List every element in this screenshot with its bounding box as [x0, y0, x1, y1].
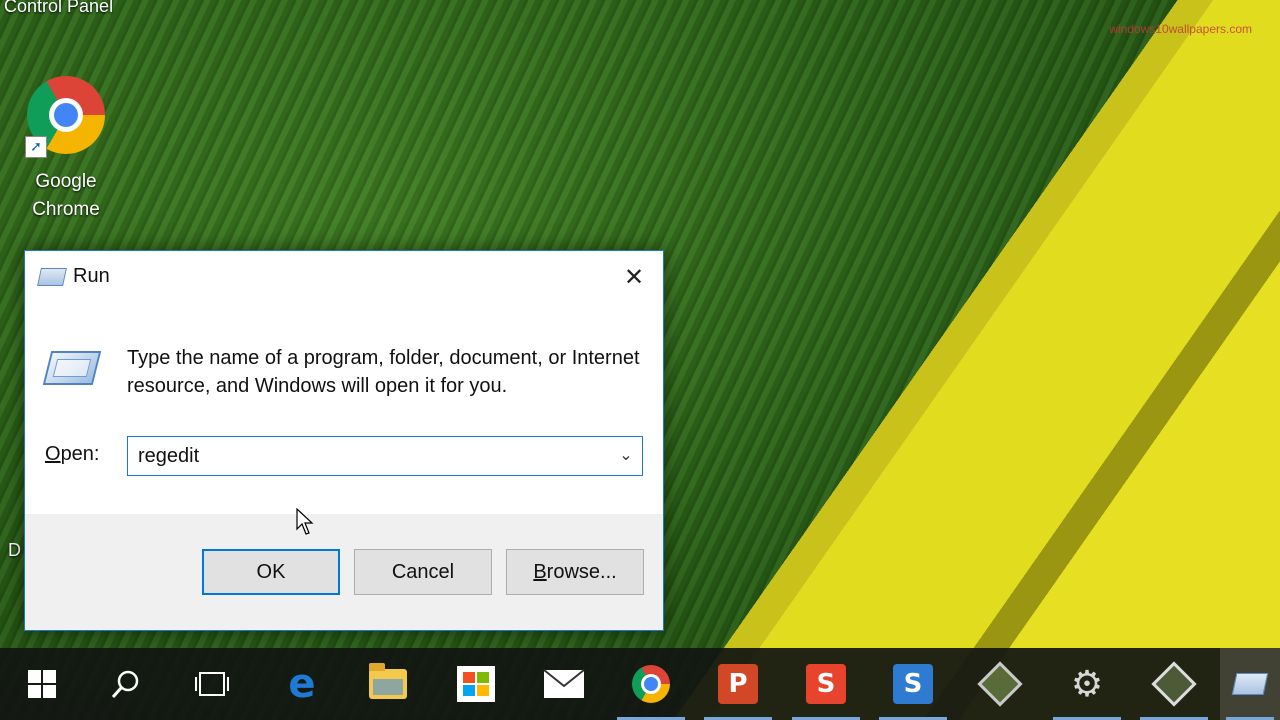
settings-button[interactable]: ⚙ [1047, 648, 1127, 720]
edge-button[interactable]: e [262, 648, 342, 720]
open-combobox[interactable]: ⌄ [127, 436, 643, 476]
task-view-button[interactable] [172, 648, 252, 720]
powerpoint-button[interactable]: P [698, 648, 778, 720]
snagit-button[interactable]: S [786, 648, 866, 720]
start-button[interactable] [2, 648, 82, 720]
shortcut-arrow-icon: ➚ [25, 136, 47, 158]
file-explorer-button[interactable] [348, 648, 428, 720]
search-button[interactable] [86, 648, 166, 720]
task-view-icon [195, 672, 229, 696]
snagit-editor-button[interactable]: S [873, 648, 953, 720]
snagit-icon: S [806, 664, 846, 704]
store-icon [457, 666, 495, 702]
open-label: Open: [45, 443, 100, 465]
desktop-icon-google-chrome[interactable]: ➚ Google Chrome [18, 76, 114, 224]
dialog-title: Run [73, 265, 110, 287]
run-dialog: Run ✕ Type the name of a program, folder… [24, 250, 664, 631]
run-icon [1231, 673, 1269, 695]
mouse-cursor-icon [296, 508, 314, 535]
browse-button[interactable]: Browse... [506, 549, 644, 595]
store-button[interactable] [436, 648, 516, 720]
ok-button[interactable]: OK [202, 549, 340, 595]
open-input[interactable] [128, 437, 618, 475]
control-panel-label[interactable]: Control Panel [4, 0, 113, 17]
cancel-button[interactable]: Cancel [354, 549, 492, 595]
diamond-app-icon [977, 661, 1023, 707]
watermark-text: windows10wallpapers.com [1109, 22, 1252, 36]
chrome-button[interactable] [611, 648, 691, 720]
desktop-partial-label: D [8, 540, 21, 560]
recorder-button[interactable] [1134, 648, 1214, 720]
desktop-icon-label: Google Chrome [32, 171, 100, 220]
title-bar[interactable]: Run ✕ [25, 251, 663, 303]
mail-button[interactable] [524, 648, 604, 720]
gear-icon: ⚙ [1070, 663, 1104, 705]
windows-logo-icon [28, 670, 56, 698]
snagit-editor-icon: S [893, 664, 933, 704]
search-icon [111, 670, 139, 698]
app-button-1[interactable] [960, 648, 1040, 720]
dialog-description: Type the name of a program, folder, docu… [127, 347, 640, 397]
run-program-icon [42, 351, 102, 385]
chrome-icon [632, 665, 670, 703]
folder-icon [369, 663, 407, 699]
recorder-icon [1151, 661, 1197, 707]
edge-icon: e [288, 661, 316, 707]
taskbar: e P S S ⚙ [0, 648, 1280, 720]
mail-icon [543, 669, 585, 698]
powerpoint-icon: P [718, 664, 758, 704]
run-taskbar-button[interactable] [1220, 648, 1280, 720]
run-icon [37, 268, 67, 286]
chevron-down-icon[interactable]: ⌄ [616, 446, 636, 466]
button-bar: OK Cancel Browse... [25, 514, 663, 630]
close-button[interactable]: ✕ [605, 251, 663, 303]
